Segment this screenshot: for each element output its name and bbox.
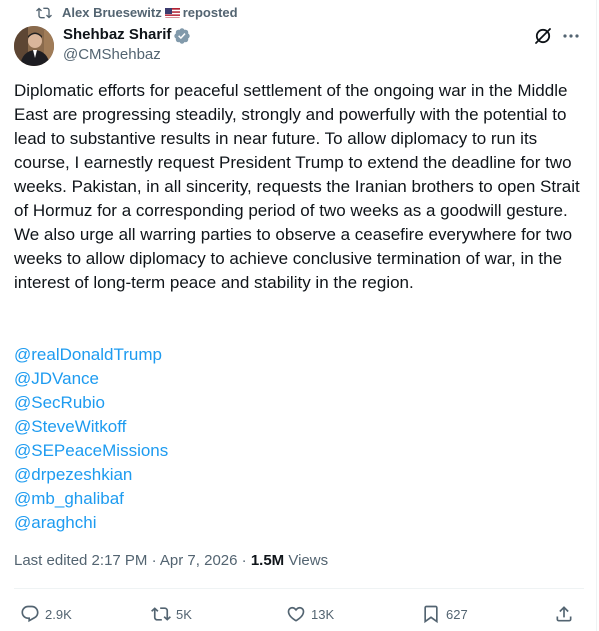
bookmark-icon bbox=[424, 605, 438, 624]
reply-icon bbox=[21, 605, 39, 623]
verified-badge-icon bbox=[174, 28, 190, 44]
mention-link[interactable]: @SecRubio bbox=[14, 391, 168, 415]
repost-icon bbox=[36, 7, 52, 19]
avatar[interactable] bbox=[14, 26, 54, 66]
author-handle[interactable]: @CMShehbaz bbox=[63, 46, 161, 63]
mention-link[interactable]: @mb_ghalibaf bbox=[14, 487, 168, 511]
share-button[interactable] bbox=[554, 600, 574, 628]
repost-user[interactable]: Alex Bruesewitz bbox=[62, 5, 162, 20]
author-name[interactable]: Shehbaz Sharif bbox=[63, 26, 171, 43]
like-count: 13K bbox=[311, 606, 335, 622]
bookmark-count: 627 bbox=[446, 606, 468, 622]
action-bar: 2.9K 5K 13K 627 bbox=[0, 600, 597, 628]
mention-list: @realDonaldTrump @JDVance @SecRubio @Ste… bbox=[14, 343, 168, 535]
like-icon bbox=[287, 606, 305, 622]
grok-icon[interactable] bbox=[533, 26, 553, 46]
divider bbox=[14, 588, 584, 589]
mention-link[interactable]: @SteveWitkoff bbox=[14, 415, 168, 439]
repost-count: 5K bbox=[176, 606, 192, 622]
tweet-meta: Last edited 2:17 PM · Apr 7, 2026 · 1.5M… bbox=[14, 552, 328, 569]
repost-button[interactable]: 5K bbox=[151, 600, 192, 628]
bookmark-button[interactable]: 627 bbox=[421, 600, 468, 628]
views-label: Views bbox=[284, 552, 329, 569]
repost-label: reposted bbox=[182, 5, 238, 20]
share-icon bbox=[556, 606, 572, 622]
tweet-text: Diplomatic efforts for peaceful settleme… bbox=[14, 81, 585, 292]
like-button[interactable]: 13K bbox=[286, 600, 334, 628]
mention-link[interactable]: @drpezeshkian bbox=[14, 463, 168, 487]
mention-link[interactable]: @araghchi bbox=[14, 511, 168, 535]
reply-button[interactable]: 2.9K bbox=[20, 600, 72, 628]
views-count: 1.5M bbox=[250, 552, 285, 569]
mention-link[interactable]: @JDVance bbox=[14, 367, 168, 391]
more-icon[interactable] bbox=[561, 26, 581, 46]
reply-count: 2.9K bbox=[45, 606, 72, 622]
mention-link[interactable]: @realDonaldTrump bbox=[14, 343, 168, 367]
us-flag-icon bbox=[164, 7, 180, 18]
mention-link[interactable]: @SEPeaceMissions bbox=[14, 439, 168, 463]
repost-icon bbox=[151, 607, 171, 621]
tweet-card: Alex Bruesewitz reposted Shehbaz Sharif @… bbox=[0, 0, 597, 631]
edited-timestamp[interactable]: Last edited 2:17 PM · Apr 7, 2026 · bbox=[14, 552, 251, 569]
